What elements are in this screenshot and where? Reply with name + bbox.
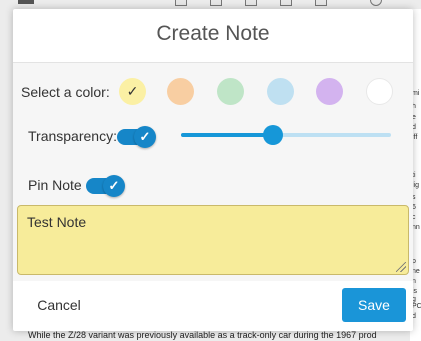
document-text-line: While the Z/28 variant was previously av…: [28, 330, 377, 340]
toggle-knob: ✓: [103, 175, 125, 197]
dialog-title: Create Note: [156, 22, 270, 45]
toolbar-icon[interactable]: [210, 0, 222, 6]
color-swatch-orange[interactable]: [167, 78, 194, 105]
create-note-dialog: Create Note Select a color: ✓ Transparen…: [13, 9, 413, 331]
pin-note-toggle[interactable]: ✓: [86, 175, 125, 197]
toggle-knob: ✓: [134, 126, 156, 148]
pin-note-label: Pin Note: [28, 177, 82, 193]
save-button[interactable]: Save: [342, 288, 406, 322]
color-swatch-white[interactable]: [366, 78, 393, 105]
menu-icon[interactable]: [18, 0, 34, 4]
document-text-fragment: nn: [412, 224, 420, 231]
document-text-fragment: mi: [412, 90, 420, 97]
document-text-fragment: PC: [412, 303, 421, 310]
transparency-slider[interactable]: [181, 125, 391, 145]
slider-fill: [181, 133, 273, 137]
document-text-fragment: lig: [412, 182, 420, 189]
transparency-label: Transparency:: [28, 128, 117, 144]
transparency-toggle[interactable]: ✓: [117, 126, 156, 148]
search-icon[interactable]: [370, 0, 382, 6]
toolbar-icon[interactable]: [280, 0, 292, 6]
slider-thumb[interactable]: [263, 125, 283, 145]
check-icon: ✓: [139, 129, 151, 144]
cancel-button[interactable]: Cancel: [21, 288, 97, 322]
check-icon: ✓: [126, 83, 139, 99]
color-swatch-green[interactable]: [217, 78, 244, 105]
color-swatch-blue[interactable]: [267, 78, 294, 105]
toolbar-icon[interactable]: [245, 0, 257, 6]
note-text-input[interactable]: Test Note: [17, 205, 409, 275]
color-swatch-purple[interactable]: [316, 78, 343, 105]
toolbar-icon[interactable]: [175, 0, 187, 6]
dialog-footer: Cancel Save: [13, 281, 413, 331]
check-icon: ✓: [108, 178, 120, 193]
document-text-fragment: ne: [412, 268, 420, 275]
resize-grip-icon[interactable]: [396, 262, 406, 272]
color-swatch-yellow[interactable]: ✓: [119, 78, 146, 105]
color-label: Select a color:: [21, 84, 110, 100]
dialog-header: Create Note: [13, 9, 413, 63]
toolbar-icon[interactable]: [315, 0, 327, 6]
